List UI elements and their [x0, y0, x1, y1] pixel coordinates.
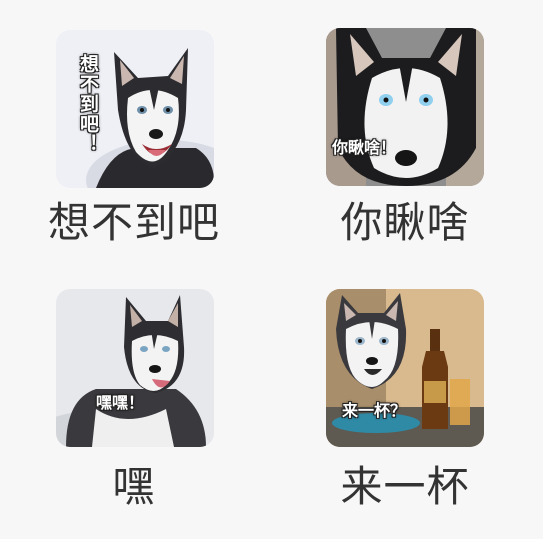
- husky-sticker-icon: [56, 289, 214, 447]
- sticker-label-4: 来一杯: [340, 462, 470, 511]
- sticker-grid: 想不到吧！ 想不到吧 你瞅啥！ 你瞅啥 嘿嘿！ 嘿 来一杯？ 来一杯: [0, 0, 543, 539]
- sticker-label-2: 你瞅啥: [340, 198, 470, 247]
- sticker-image-4[interactable]: 来一杯？: [326, 289, 484, 447]
- husky-beer-sticker-icon: [326, 289, 484, 447]
- sticker-label-1: 想不到吧: [47, 198, 220, 247]
- sticker-caption-4: 来一杯？: [342, 401, 407, 420]
- sticker-image-1[interactable]: 想不到吧！: [56, 30, 214, 188]
- sticker-image-3[interactable]: 嘿嘿！: [56, 289, 214, 447]
- sticker-image-2[interactable]: 你瞅啥！: [326, 28, 484, 186]
- sticker-label-3: 嘿: [112, 462, 156, 511]
- sticker-caption-2: 你瞅啥！: [332, 138, 397, 157]
- sticker-caption-3: 嘿嘿！: [96, 393, 145, 412]
- husky-sticker-icon: [326, 28, 484, 186]
- sticker-caption-1: 想不到吧！: [77, 54, 99, 154]
